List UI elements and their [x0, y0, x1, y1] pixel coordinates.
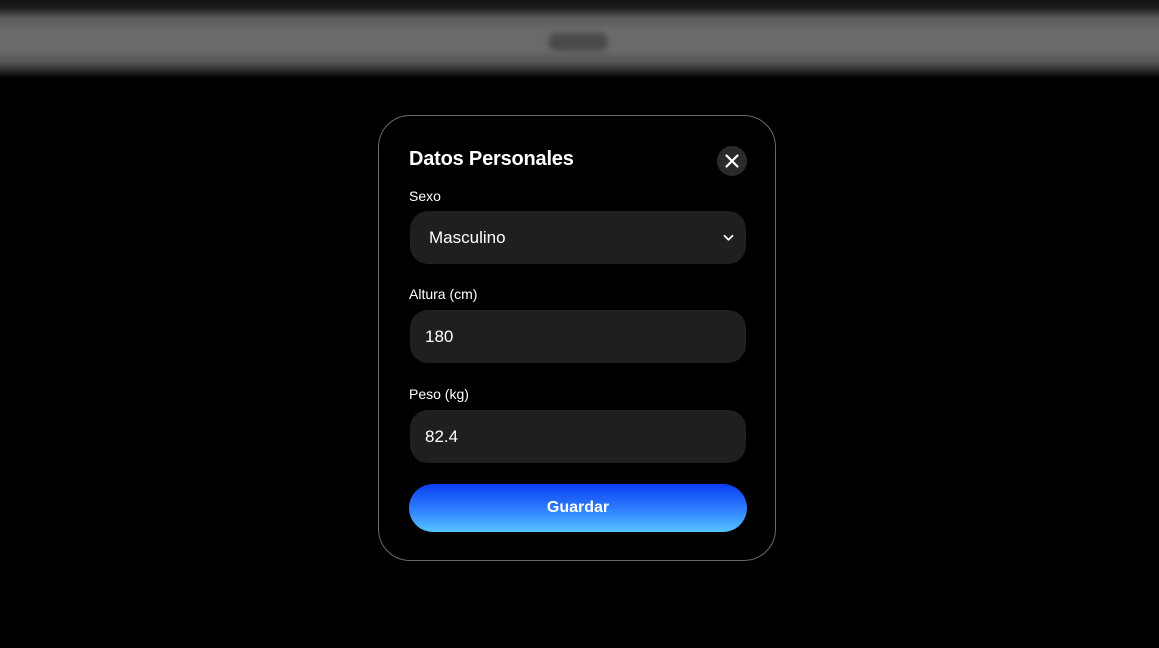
sexo-selected-value: Masculino: [429, 227, 506, 247]
personal-data-modal: Datos Personales Sexo Masculino Altura (…: [378, 115, 776, 561]
blurred-background-header: [0, 0, 1159, 78]
altura-value: 180: [425, 326, 454, 346]
altura-label: Altura (cm): [409, 286, 478, 302]
peso-value: 82.4: [425, 426, 459, 446]
peso-input[interactable]: 82.4: [410, 410, 746, 463]
close-icon: [725, 154, 739, 168]
chevron-down-icon: [723, 234, 734, 241]
altura-input[interactable]: 180: [410, 310, 746, 363]
sexo-select[interactable]: Masculino: [410, 211, 746, 264]
peso-label: Peso (kg): [409, 386, 469, 402]
blurred-header-element: [548, 33, 608, 51]
sexo-label: Sexo: [409, 188, 441, 204]
close-button[interactable]: [717, 146, 747, 176]
modal-title: Datos Personales: [409, 148, 574, 170]
save-button[interactable]: Guardar: [409, 484, 747, 532]
